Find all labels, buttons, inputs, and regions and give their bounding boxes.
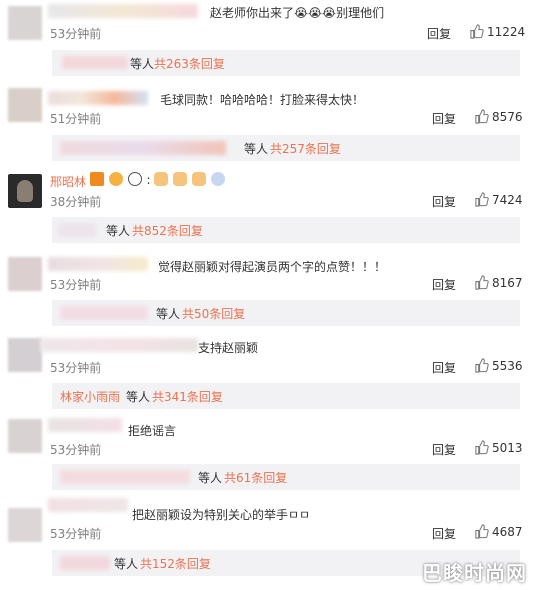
sub-replies-count[interactable]: 共257条回复	[270, 140, 341, 157]
comment-time: 53分钟前	[50, 527, 102, 541]
comment-time: 53分钟前	[50, 278, 102, 292]
sub-replies-count[interactable]: 共50条回复	[182, 305, 245, 322]
reply-button[interactable]: 回复	[432, 359, 456, 376]
reply-button[interactable]: 回复	[432, 441, 456, 458]
sub-replies-suffix: 等人	[126, 390, 151, 404]
thumbs-up-icon	[475, 440, 489, 455]
avatar[interactable]	[8, 508, 42, 542]
like-count: 7424	[492, 193, 523, 207]
avatar[interactable]	[8, 338, 42, 372]
like-count: 4687	[492, 525, 523, 539]
sub-replies-suffix: 等人	[156, 307, 181, 321]
muscle-icon	[173, 172, 188, 186]
sub-replies[interactable]: 等人 共257条回复	[52, 135, 520, 161]
reply-button[interactable]: 回复	[432, 276, 456, 293]
emoji-icon	[210, 172, 225, 186]
sub-replies-count[interactable]: 共341条回复	[152, 388, 223, 405]
verified-icon	[90, 172, 104, 186]
blurred-users	[58, 223, 96, 237]
comment-text: 把赵丽颖设为特别关心的举手ㅁㅁ	[132, 508, 311, 522]
like-count: 8576	[492, 110, 523, 124]
reply-button[interactable]: 回复	[427, 25, 451, 42]
comment-time: 38分钟前	[50, 195, 102, 209]
sub-reply-username[interactable]: 林家小雨雨	[60, 388, 120, 405]
comment-text: 毛球同款！哈哈哈哈！打脸来得太快！	[160, 93, 365, 107]
blurred-users	[60, 306, 148, 320]
thumbs-up-icon	[475, 275, 489, 290]
comment-username[interactable]: 邢昭林	[50, 173, 86, 190]
sub-replies-suffix: 等人	[198, 471, 223, 485]
avatar[interactable]	[8, 174, 42, 208]
comment-time: 53分钟前	[50, 27, 102, 41]
panda-icon	[127, 172, 142, 186]
blurred-username	[48, 4, 198, 18]
sub-replies[interactable]: 等人 共263条回复	[52, 50, 520, 76]
thumbs-up-icon	[475, 524, 489, 539]
blurred-users	[62, 56, 128, 69]
blurred-username	[40, 338, 198, 352]
sub-replies-suffix: 等人	[244, 142, 269, 156]
comment-emoji-row: :	[90, 172, 226, 187]
comment-text: 拒绝谣言	[128, 424, 177, 438]
muscle-icon	[191, 172, 206, 186]
sub-replies[interactable]: 等人 共852条回复	[52, 217, 520, 243]
blurred-username	[48, 498, 128, 512]
sub-replies-count[interactable]: 共152条回复	[140, 555, 211, 572]
thumbs-up-icon	[470, 24, 484, 39]
like-count: 5536	[492, 359, 523, 373]
comment-time: 51分钟前	[50, 112, 102, 126]
reply-button[interactable]: 回复	[432, 110, 456, 127]
sub-replies[interactable]: 等人 共50条回复	[52, 300, 520, 326]
avatar[interactable]	[8, 6, 42, 40]
sub-replies[interactable]: 林家小雨雨 等人 共341条回复	[52, 383, 520, 409]
avatar[interactable]	[8, 257, 42, 291]
emoji-icon	[108, 172, 123, 186]
reply-button[interactable]: 回复	[432, 193, 456, 210]
blurred-users	[60, 141, 226, 155]
blurred-users	[60, 470, 190, 484]
blurred-users	[60, 556, 110, 570]
reply-button[interactable]: 回复	[432, 525, 456, 542]
thumbs-up-icon	[475, 358, 489, 373]
avatar[interactable]	[8, 88, 42, 122]
sub-replies-suffix: 等人	[130, 57, 155, 71]
watermark: 巴睃时尚网	[422, 561, 527, 585]
comment-text: 支持赵丽颖	[198, 341, 259, 355]
comment-time: 53分钟前	[50, 361, 102, 375]
comment-text: 觉得赵丽颖对得起演员两个字的点赞！！！	[158, 260, 387, 274]
sub-replies-count[interactable]: 共61条回复	[224, 469, 287, 486]
sub-replies-count[interactable]: 共263条回复	[154, 55, 225, 72]
blurred-username	[48, 257, 148, 271]
blurred-username	[48, 418, 122, 432]
sub-replies-suffix: 等人	[106, 224, 131, 238]
like-count: 5013	[492, 441, 523, 455]
sub-replies-count[interactable]: 共852条回复	[132, 222, 203, 239]
thumbs-up-icon	[475, 192, 489, 207]
thumbs-up-icon	[475, 109, 489, 124]
like-count: 11224	[487, 25, 526, 39]
blurred-username	[48, 91, 148, 105]
sub-replies[interactable]: 等人 共61条回复	[52, 464, 520, 490]
comment-time: 53分钟前	[50, 443, 102, 457]
sub-replies-suffix: 等人	[114, 557, 139, 571]
comment-text: 赵老师你出来了😭😭😭别理他们	[210, 6, 385, 20]
like-count: 8167	[492, 276, 523, 290]
avatar[interactable]	[8, 419, 42, 453]
muscle-icon	[154, 172, 169, 186]
